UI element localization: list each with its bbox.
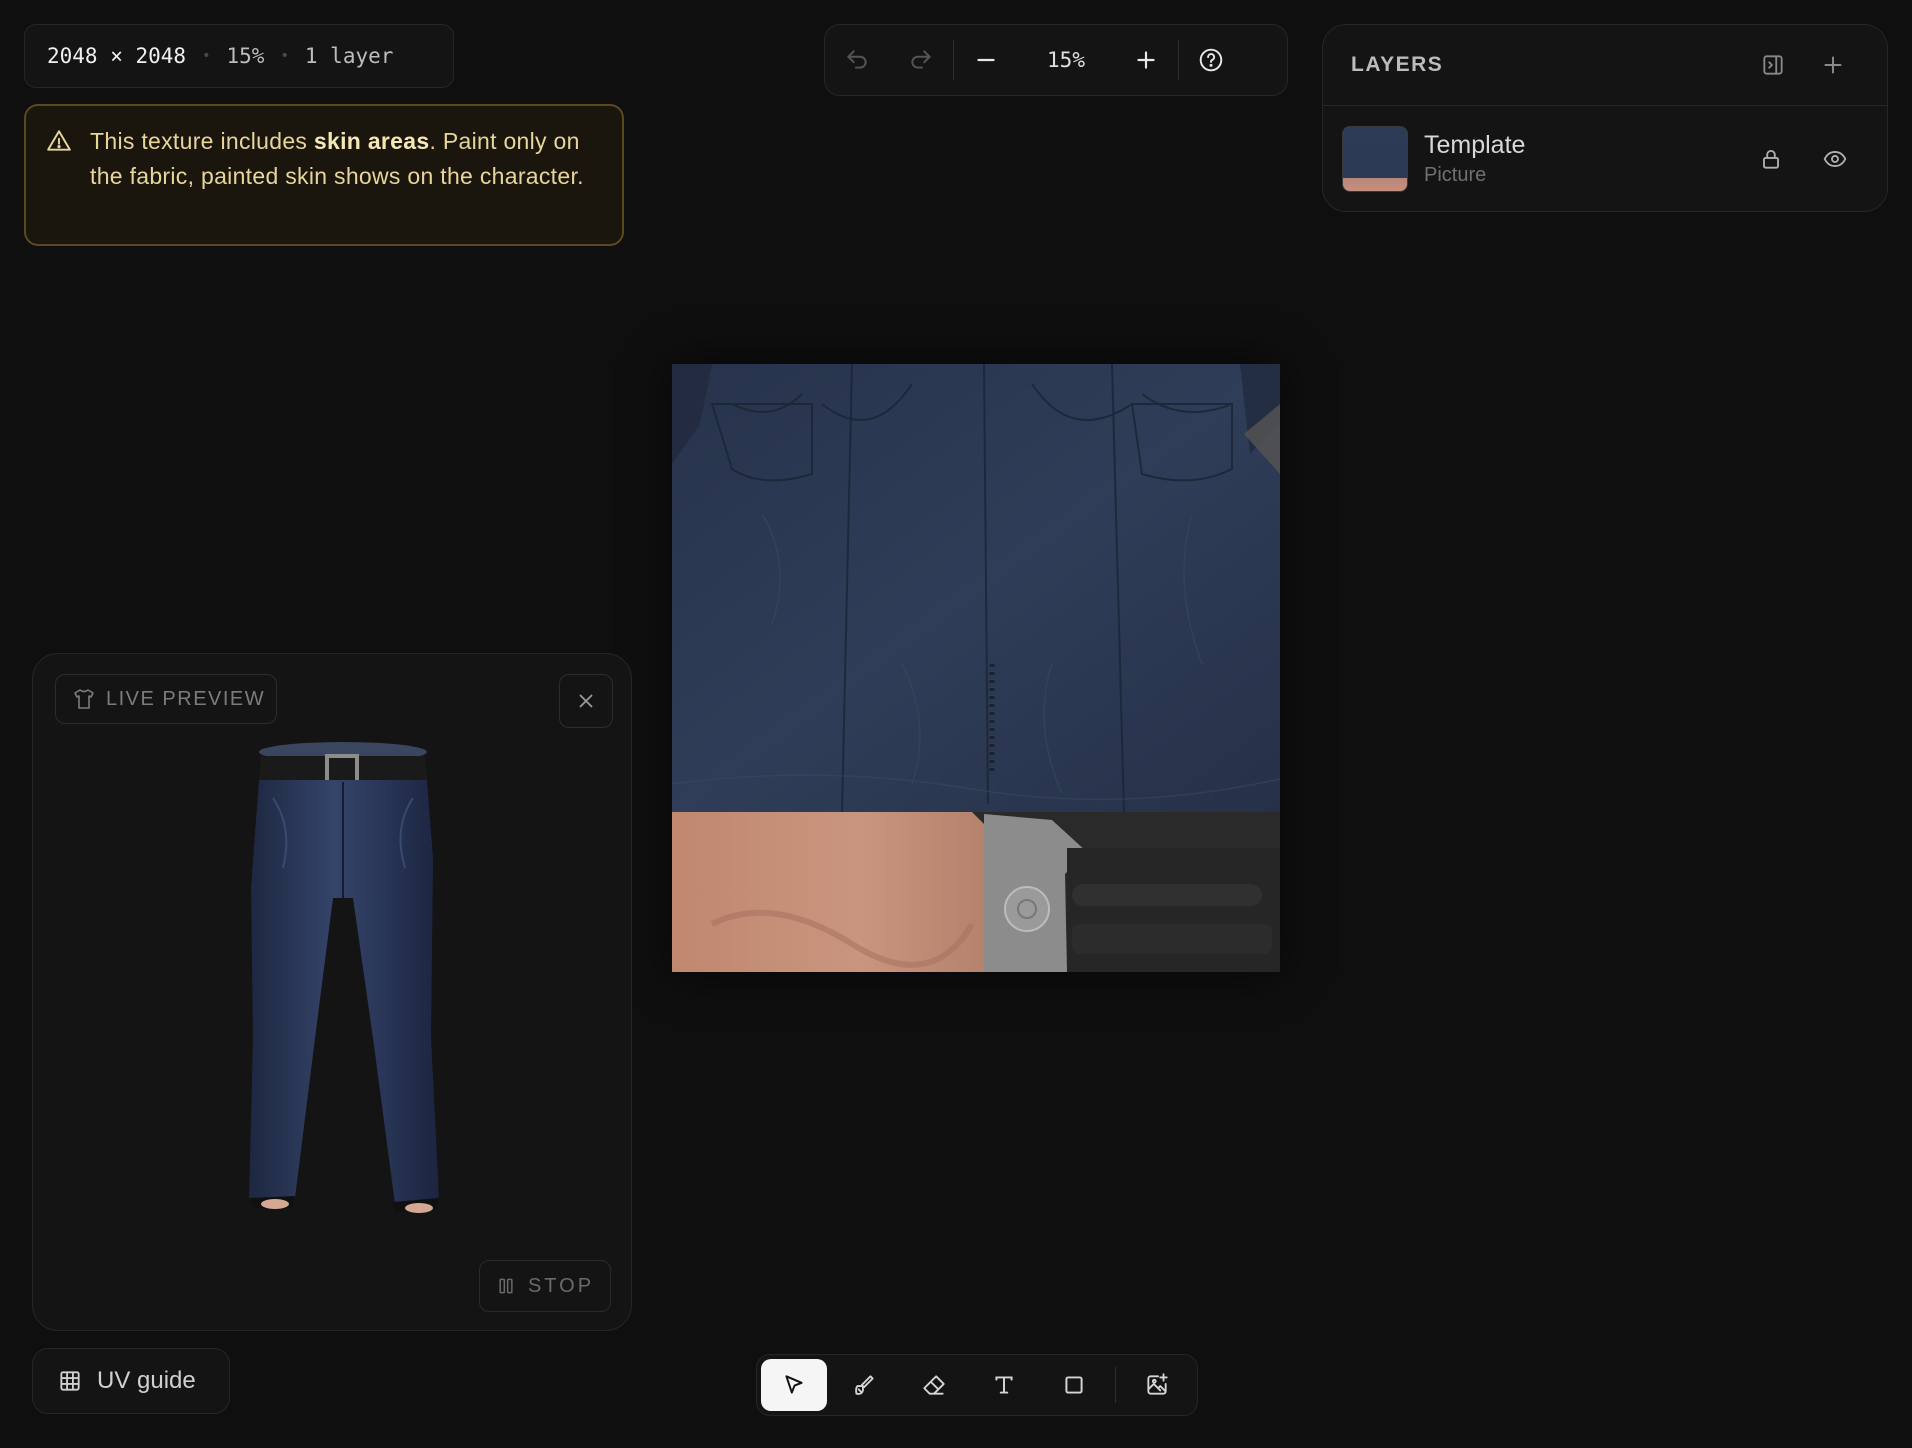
shirt-icon (74, 689, 94, 709)
rectangle-icon (1065, 1376, 1083, 1394)
cursor-icon (785, 1375, 803, 1394)
layer-item[interactable]: Template Picture (1323, 106, 1887, 212)
layer-name: Template (1424, 131, 1526, 159)
texture-artwork (672, 364, 1280, 972)
eye-icon (1823, 151, 1847, 167)
uv-guide-button[interactable]: UV guide (32, 1348, 230, 1414)
uv-guide-label: UV guide (97, 1367, 196, 1394)
skin-warning-banner: This texture includes skin areas. Paint … (24, 104, 624, 246)
rectangle-tool-button[interactable] (1039, 1359, 1109, 1411)
texture-canvas[interactable] (672, 364, 1280, 972)
layer-info: Template Picture (1424, 131, 1739, 187)
grid-icon (60, 1371, 80, 1391)
zoom-level: 15% (226, 44, 265, 68)
minus-icon (977, 58, 995, 62)
layers-title: LAYERS (1351, 53, 1444, 76)
collapse-panel-button[interactable] (1743, 52, 1803, 78)
zoom-in-button[interactable] (1114, 24, 1178, 96)
jeans-3d-preview (249, 742, 439, 1213)
zoom-value[interactable]: 15% (1018, 48, 1114, 72)
lock-icon (1763, 149, 1779, 169)
layers-header: LAYERS (1323, 25, 1887, 106)
panel-collapse-icon (1763, 55, 1783, 75)
live-preview-text: LIVE PREVIEW (106, 687, 266, 710)
select-tool-button[interactable] (761, 1359, 827, 1411)
image-add-icon (1147, 1373, 1168, 1395)
toolbar-divider (1115, 1367, 1116, 1403)
layer-thumbnail (1342, 126, 1408, 192)
plus-icon (1137, 51, 1155, 69)
layer-type: Picture (1424, 164, 1487, 186)
layers-panel: LAYERS Template Picture (1322, 24, 1888, 212)
tools-toolbar (756, 1354, 1198, 1416)
text-icon (995, 1376, 1013, 1394)
warning-text: This texture includes (90, 128, 314, 154)
add-layer-button[interactable] (1803, 52, 1863, 78)
zoom-out-button[interactable] (954, 24, 1018, 96)
undo-button[interactable] (825, 24, 889, 96)
live-preview-panel: LIVE PREVIEW STOP (32, 653, 632, 1331)
canvas-dimensions: 2048 × 2048 (47, 44, 187, 68)
close-icon (579, 694, 593, 708)
live-preview-label: LIVE PREVIEW (55, 674, 277, 724)
layer-count: 1 layer (304, 44, 394, 68)
help-circle-icon (1199, 48, 1223, 72)
redo-button[interactable] (889, 24, 953, 96)
add-image-tool-button[interactable] (1122, 1359, 1192, 1411)
warning-triangle-icon (46, 128, 72, 154)
warning-emphasis: skin areas (313, 128, 430, 154)
separator-dot: • (202, 48, 211, 64)
eraser-tool-button[interactable] (899, 1359, 969, 1411)
brush-icon (855, 1375, 874, 1395)
stop-preview-button[interactable]: STOP (479, 1260, 611, 1312)
help-button[interactable] (1179, 24, 1243, 96)
canvas-info-bar: 2048 × 2048 • 15% • 1 layer (24, 24, 454, 88)
plus-icon (1824, 56, 1842, 74)
lock-layer-button[interactable] (1739, 146, 1803, 172)
stop-label: STOP (527, 1274, 595, 1297)
close-preview-button[interactable] (559, 674, 613, 728)
text-tool-button[interactable] (969, 1359, 1039, 1411)
undo-icon (847, 50, 867, 69)
separator-dot: • (280, 48, 289, 64)
pause-icon (499, 1278, 513, 1294)
redo-icon (911, 50, 931, 69)
brush-tool-button[interactable] (829, 1359, 899, 1411)
toggle-visibility-button[interactable] (1803, 146, 1867, 172)
top-toolbar: 15% (824, 24, 1288, 96)
eraser-icon (923, 1375, 945, 1395)
